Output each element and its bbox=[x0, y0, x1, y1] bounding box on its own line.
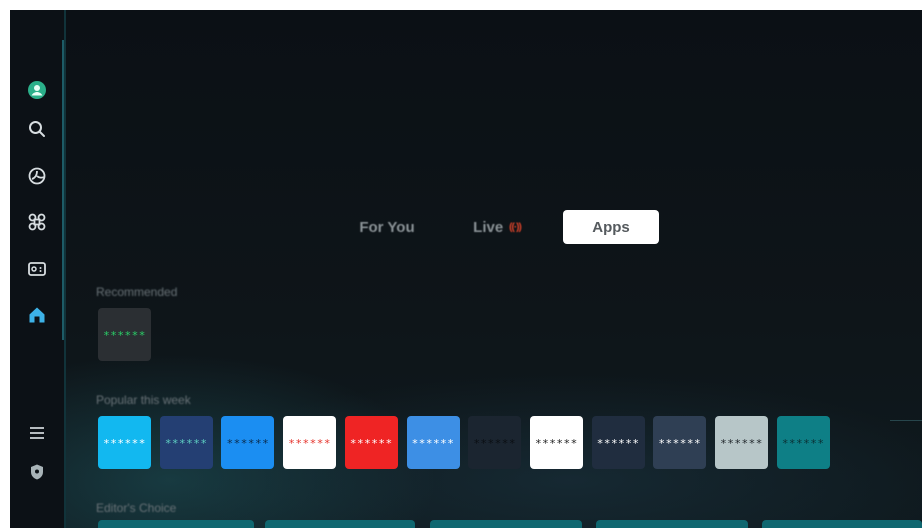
app-tile[interactable]: ****** bbox=[591, 416, 645, 469]
app-tile-label: ****** bbox=[103, 329, 146, 342]
tab-live[interactable]: Live ((·)) bbox=[458, 210, 536, 244]
broadcast-icon: ((·)) bbox=[509, 221, 522, 233]
app-tile-label: ****** bbox=[658, 437, 702, 450]
app-tile[interactable]: ****** bbox=[715, 416, 768, 469]
app-tile[interactable]: ****** bbox=[406, 416, 460, 469]
menu-icon[interactable] bbox=[26, 422, 48, 444]
tab-live-label: Live bbox=[473, 218, 504, 236]
app-tile-label: ****** bbox=[473, 437, 517, 450]
search-icon[interactable] bbox=[26, 118, 48, 140]
tab-for-you[interactable]: For You bbox=[340, 210, 434, 244]
game-icon[interactable] bbox=[26, 258, 48, 280]
app-tile-label: ****** bbox=[226, 437, 270, 450]
app-tile[interactable]: ****** bbox=[468, 416, 522, 469]
editors-choice-card[interactable] bbox=[430, 520, 582, 528]
app-tile[interactable]: ****** bbox=[653, 416, 707, 469]
app-tile[interactable]: ****** bbox=[221, 416, 275, 469]
app-tile[interactable]: ****** bbox=[98, 308, 151, 361]
app-tile-label: ****** bbox=[411, 437, 455, 450]
app-tile[interactable]: ****** bbox=[283, 416, 337, 469]
app-tile-label: ****** bbox=[596, 437, 640, 450]
tv-screen: For You Live ((·)) Apps Recommended ****… bbox=[10, 10, 922, 528]
apps-grid-icon[interactable] bbox=[26, 211, 48, 233]
editors-choice-card[interactable] bbox=[596, 520, 748, 528]
section-title-editors-choice: Editor's Choice bbox=[96, 501, 177, 515]
app-tile-label: ****** bbox=[103, 437, 146, 450]
tab-apps-label: Apps bbox=[592, 218, 630, 236]
section-title-recommended: Recommended bbox=[96, 285, 178, 299]
ambient-icon[interactable] bbox=[26, 165, 48, 187]
tab-for-you-label: For You bbox=[359, 218, 415, 236]
app-tile[interactable]: ****** bbox=[344, 416, 398, 469]
app-tile[interactable]: ****** bbox=[159, 416, 213, 469]
app-tile-label: ****** bbox=[781, 437, 825, 450]
home-icon[interactable] bbox=[26, 304, 48, 326]
section-title-popular: Popular this week bbox=[96, 393, 191, 407]
app-tile[interactable]: ****** bbox=[98, 416, 151, 469]
app-tile-label: ****** bbox=[349, 437, 393, 450]
app-tile-label: ****** bbox=[164, 437, 208, 450]
profile-icon[interactable] bbox=[26, 79, 48, 101]
app-tile-label: ****** bbox=[288, 437, 331, 450]
editors-choice-card[interactable] bbox=[762, 520, 922, 528]
sidebar bbox=[10, 10, 66, 528]
editors-choice-card[interactable] bbox=[265, 520, 415, 528]
app-tile[interactable]: ****** bbox=[529, 416, 583, 469]
tab-apps[interactable]: Apps bbox=[563, 210, 659, 244]
app-tile-label: ****** bbox=[720, 437, 763, 450]
app-tile-label: ****** bbox=[535, 437, 578, 450]
divider bbox=[890, 420, 922, 421]
sidebar-accent-line bbox=[62, 40, 64, 340]
app-tile[interactable]: ****** bbox=[776, 416, 830, 469]
editors-choice-card[interactable] bbox=[98, 520, 254, 528]
privacy-shield-icon[interactable] bbox=[26, 461, 48, 483]
